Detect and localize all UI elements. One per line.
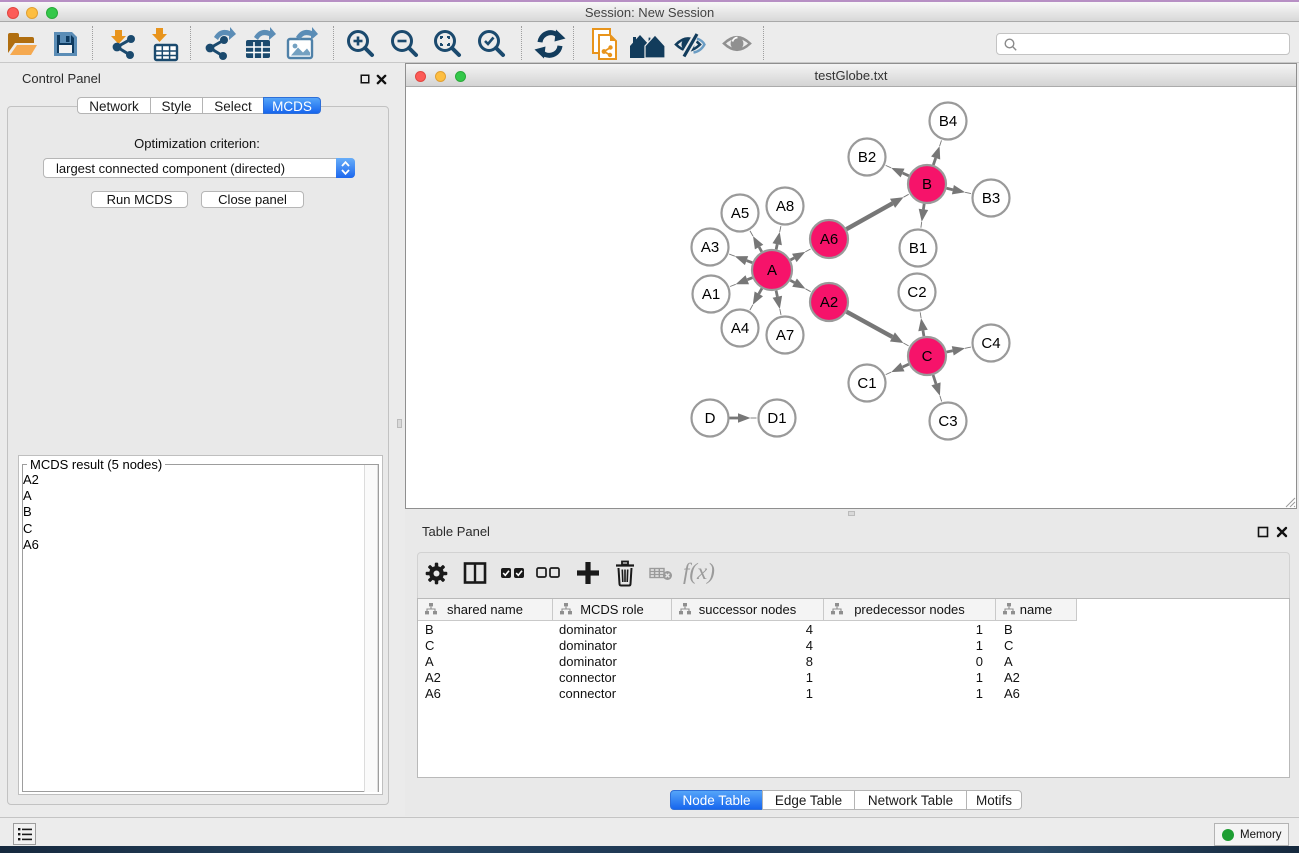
svg-text:A2: A2	[820, 294, 838, 311]
svg-text:A5: A5	[731, 205, 749, 222]
svg-text:C: C	[922, 348, 933, 365]
svg-text:A6: A6	[820, 231, 838, 248]
svg-text:B4: B4	[939, 113, 957, 130]
svg-text:C1: C1	[857, 375, 876, 392]
svg-text:C4: C4	[981, 335, 1000, 352]
svg-text:A: A	[767, 262, 777, 279]
svg-text:C2: C2	[907, 284, 926, 301]
svg-text:A8: A8	[776, 198, 794, 215]
svg-text:B2: B2	[858, 149, 876, 166]
svg-text:A3: A3	[701, 239, 719, 256]
svg-text:A7: A7	[776, 327, 794, 344]
svg-text:D: D	[705, 410, 716, 427]
svg-text:A4: A4	[731, 320, 749, 337]
svg-text:B: B	[922, 176, 932, 193]
svg-text:D1: D1	[767, 410, 786, 427]
svg-text:B1: B1	[909, 240, 927, 257]
svg-text:C3: C3	[938, 413, 957, 430]
svg-text:A1: A1	[702, 286, 720, 303]
svg-text:B3: B3	[982, 190, 1000, 207]
